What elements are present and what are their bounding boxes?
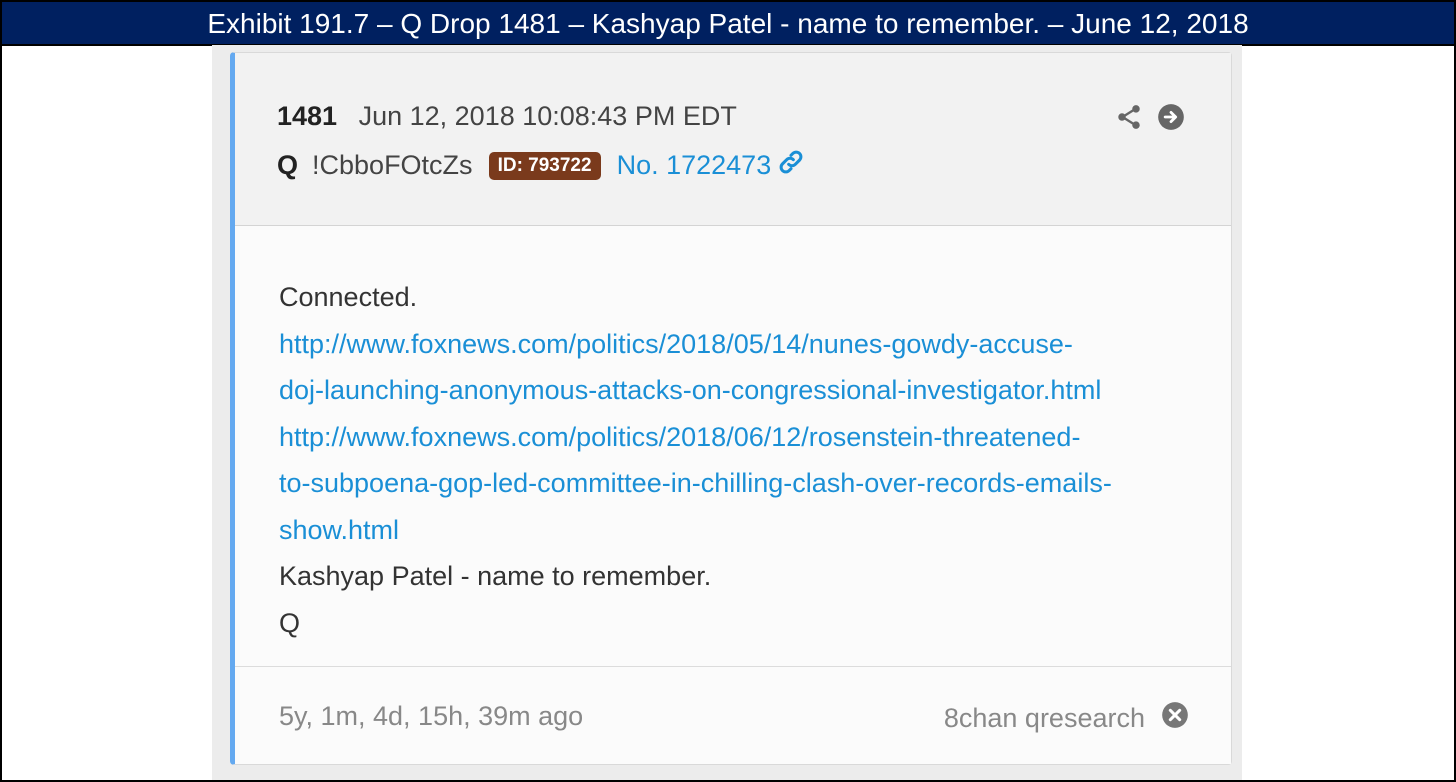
id-badge: ID: 793722 [488,151,601,180]
body-link-2c[interactable]: show.html [279,507,1199,554]
post-card: 1481 Jun 12, 2018 10:08:43 PM EDT Q !Cbb… [230,52,1232,765]
post-footer: 5y, 1m, 4d, 15h, 39m ago 8chan qresearch [235,667,1231,764]
board-source: 8chan qresearch [944,701,1189,736]
body-link-2a[interactable]: http://www.foxnews.com/politics/2018/06/… [279,414,1199,461]
post-author-row: Q !CbboFOtcZs ID: 793722 No. 1722473 [277,148,805,183]
arrow-circle-right-icon[interactable] [1157,103,1185,136]
body-link-1a[interactable]: http://www.foxnews.com/politics/2018/05/… [279,321,1199,368]
post-author: Q [277,150,299,180]
post-number: 1481 [277,101,338,131]
exhibit-title: Exhibit 191.7 – Q Drop 1481 – Kashyap Pa… [2,2,1454,46]
post-age: 5y, 1m, 4d, 15h, 39m ago [279,701,584,731]
post-meta-row: 1481 Jun 12, 2018 10:08:43 PM EDT [277,101,737,132]
header-actions [1115,103,1185,136]
post-no-link[interactable]: No. 1722473 [617,150,772,181]
post-date: Jun 12, 2018 10:08:43 PM EDT [358,101,737,131]
share-icon[interactable] [1115,103,1143,136]
close-circle-icon[interactable] [1161,701,1189,736]
post-body: Connected. http://www.foxnews.com/politi… [235,226,1231,668]
link-icon[interactable] [777,148,805,183]
post-text: Connected. http://www.foxnews.com/politi… [279,274,1199,646]
tripcode: !CbboFOtcZs [312,150,473,180]
post-header: 1481 Jun 12, 2018 10:08:43 PM EDT Q !Cbb… [235,53,1231,226]
body-line-connected: Connected. [279,282,418,312]
body-line-name: Kashyap Patel - name to remember. [279,561,712,591]
body-link-1b[interactable]: doj-launching-anonymous-attacks-on-congr… [279,367,1199,414]
board-name: 8chan qresearch [943,703,1145,733]
body-link-2b[interactable]: to-subpoena-gop-led-committee-in-chillin… [279,460,1199,507]
body-signature: Q [279,607,301,638]
